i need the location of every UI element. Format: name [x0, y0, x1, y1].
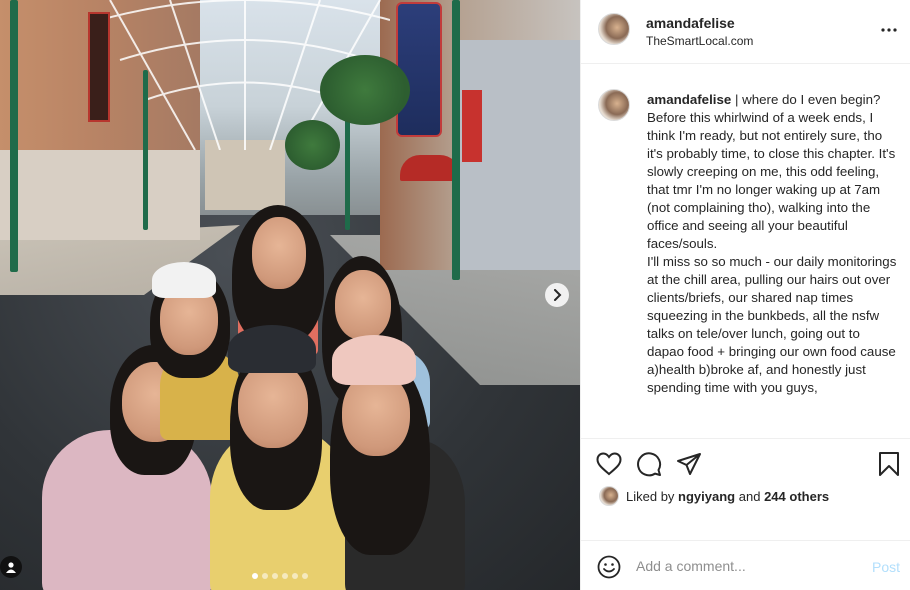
post-header: amandafelise TheSmartLocal.com — [581, 0, 910, 64]
tree — [285, 120, 340, 170]
chevron-right-icon — [554, 289, 562, 301]
white-cap — [152, 262, 216, 298]
caption-username[interactable]: amandafelise — [647, 92, 731, 107]
theatre-sign — [88, 12, 110, 122]
likes-prefix: Liked by — [626, 488, 675, 504]
tagged-users-button[interactable] — [0, 556, 22, 578]
red-street-sign — [462, 90, 482, 162]
more-horizontal-icon — [881, 28, 897, 32]
user-tag-icon — [6, 562, 16, 573]
like-button[interactable] — [595, 450, 623, 478]
post-details-panel: amandafelise TheSmartLocal.com amandafel… — [580, 0, 910, 590]
emoji-icon — [597, 555, 621, 579]
header-username[interactable]: amandafelise — [646, 15, 735, 31]
post-caption: amandafelise | where do I even begin? Be… — [581, 65, 910, 439]
header-location[interactable]: TheSmartLocal.com — [646, 34, 753, 48]
post-photo[interactable] — [0, 0, 580, 590]
heart-icon — [596, 452, 622, 476]
share-button[interactable] — [675, 450, 703, 478]
action-bar — [581, 448, 910, 482]
likes-user[interactable]: ngyiyang — [678, 489, 735, 504]
lamp-post — [10, 0, 18, 272]
red-awning — [400, 155, 460, 181]
carousel-dot — [282, 573, 288, 579]
tree — [320, 55, 410, 125]
carousel-dot — [272, 573, 278, 579]
likes-joiner: and — [738, 488, 761, 504]
carousel-dot — [262, 573, 268, 579]
carousel-dot — [292, 573, 298, 579]
caption-paragraph: I'll miss so so much - our daily monitor… — [647, 254, 897, 395]
add-comment-bar: Post — [581, 540, 910, 590]
hotel-sign — [396, 2, 442, 137]
far-building — [205, 140, 285, 210]
post-comment-button[interactable]: Post — [872, 559, 900, 575]
caption-paragraph: | where do I even begin? Before this whi… — [647, 92, 896, 251]
comment-icon — [637, 452, 662, 477]
send-icon — [677, 453, 701, 475]
more-options-button[interactable] — [881, 19, 897, 37]
avatar[interactable] — [598, 13, 630, 45]
liker-avatar[interactable] — [599, 486, 619, 506]
comment-input[interactable] — [636, 558, 856, 574]
carousel-next-button[interactable] — [545, 283, 569, 307]
black-cap — [228, 325, 316, 373]
carousel-dot — [252, 573, 258, 579]
likes-summary: Liked by ngyiyang and 244 others — [599, 485, 829, 507]
likes-others[interactable]: 244 others — [764, 489, 829, 504]
bookmark-icon — [879, 452, 899, 476]
carousel-dots — [252, 573, 308, 579]
caption-text: amandafelise | where do I even begin? Be… — [647, 91, 897, 397]
avatar[interactable] — [598, 89, 630, 121]
carousel-dot — [302, 573, 308, 579]
lamp-post — [143, 70, 148, 230]
pink-cap — [332, 335, 416, 385]
lamp-post — [452, 0, 460, 280]
save-button[interactable] — [875, 450, 903, 478]
emoji-button[interactable] — [597, 555, 621, 584]
comment-button[interactable] — [635, 450, 663, 478]
